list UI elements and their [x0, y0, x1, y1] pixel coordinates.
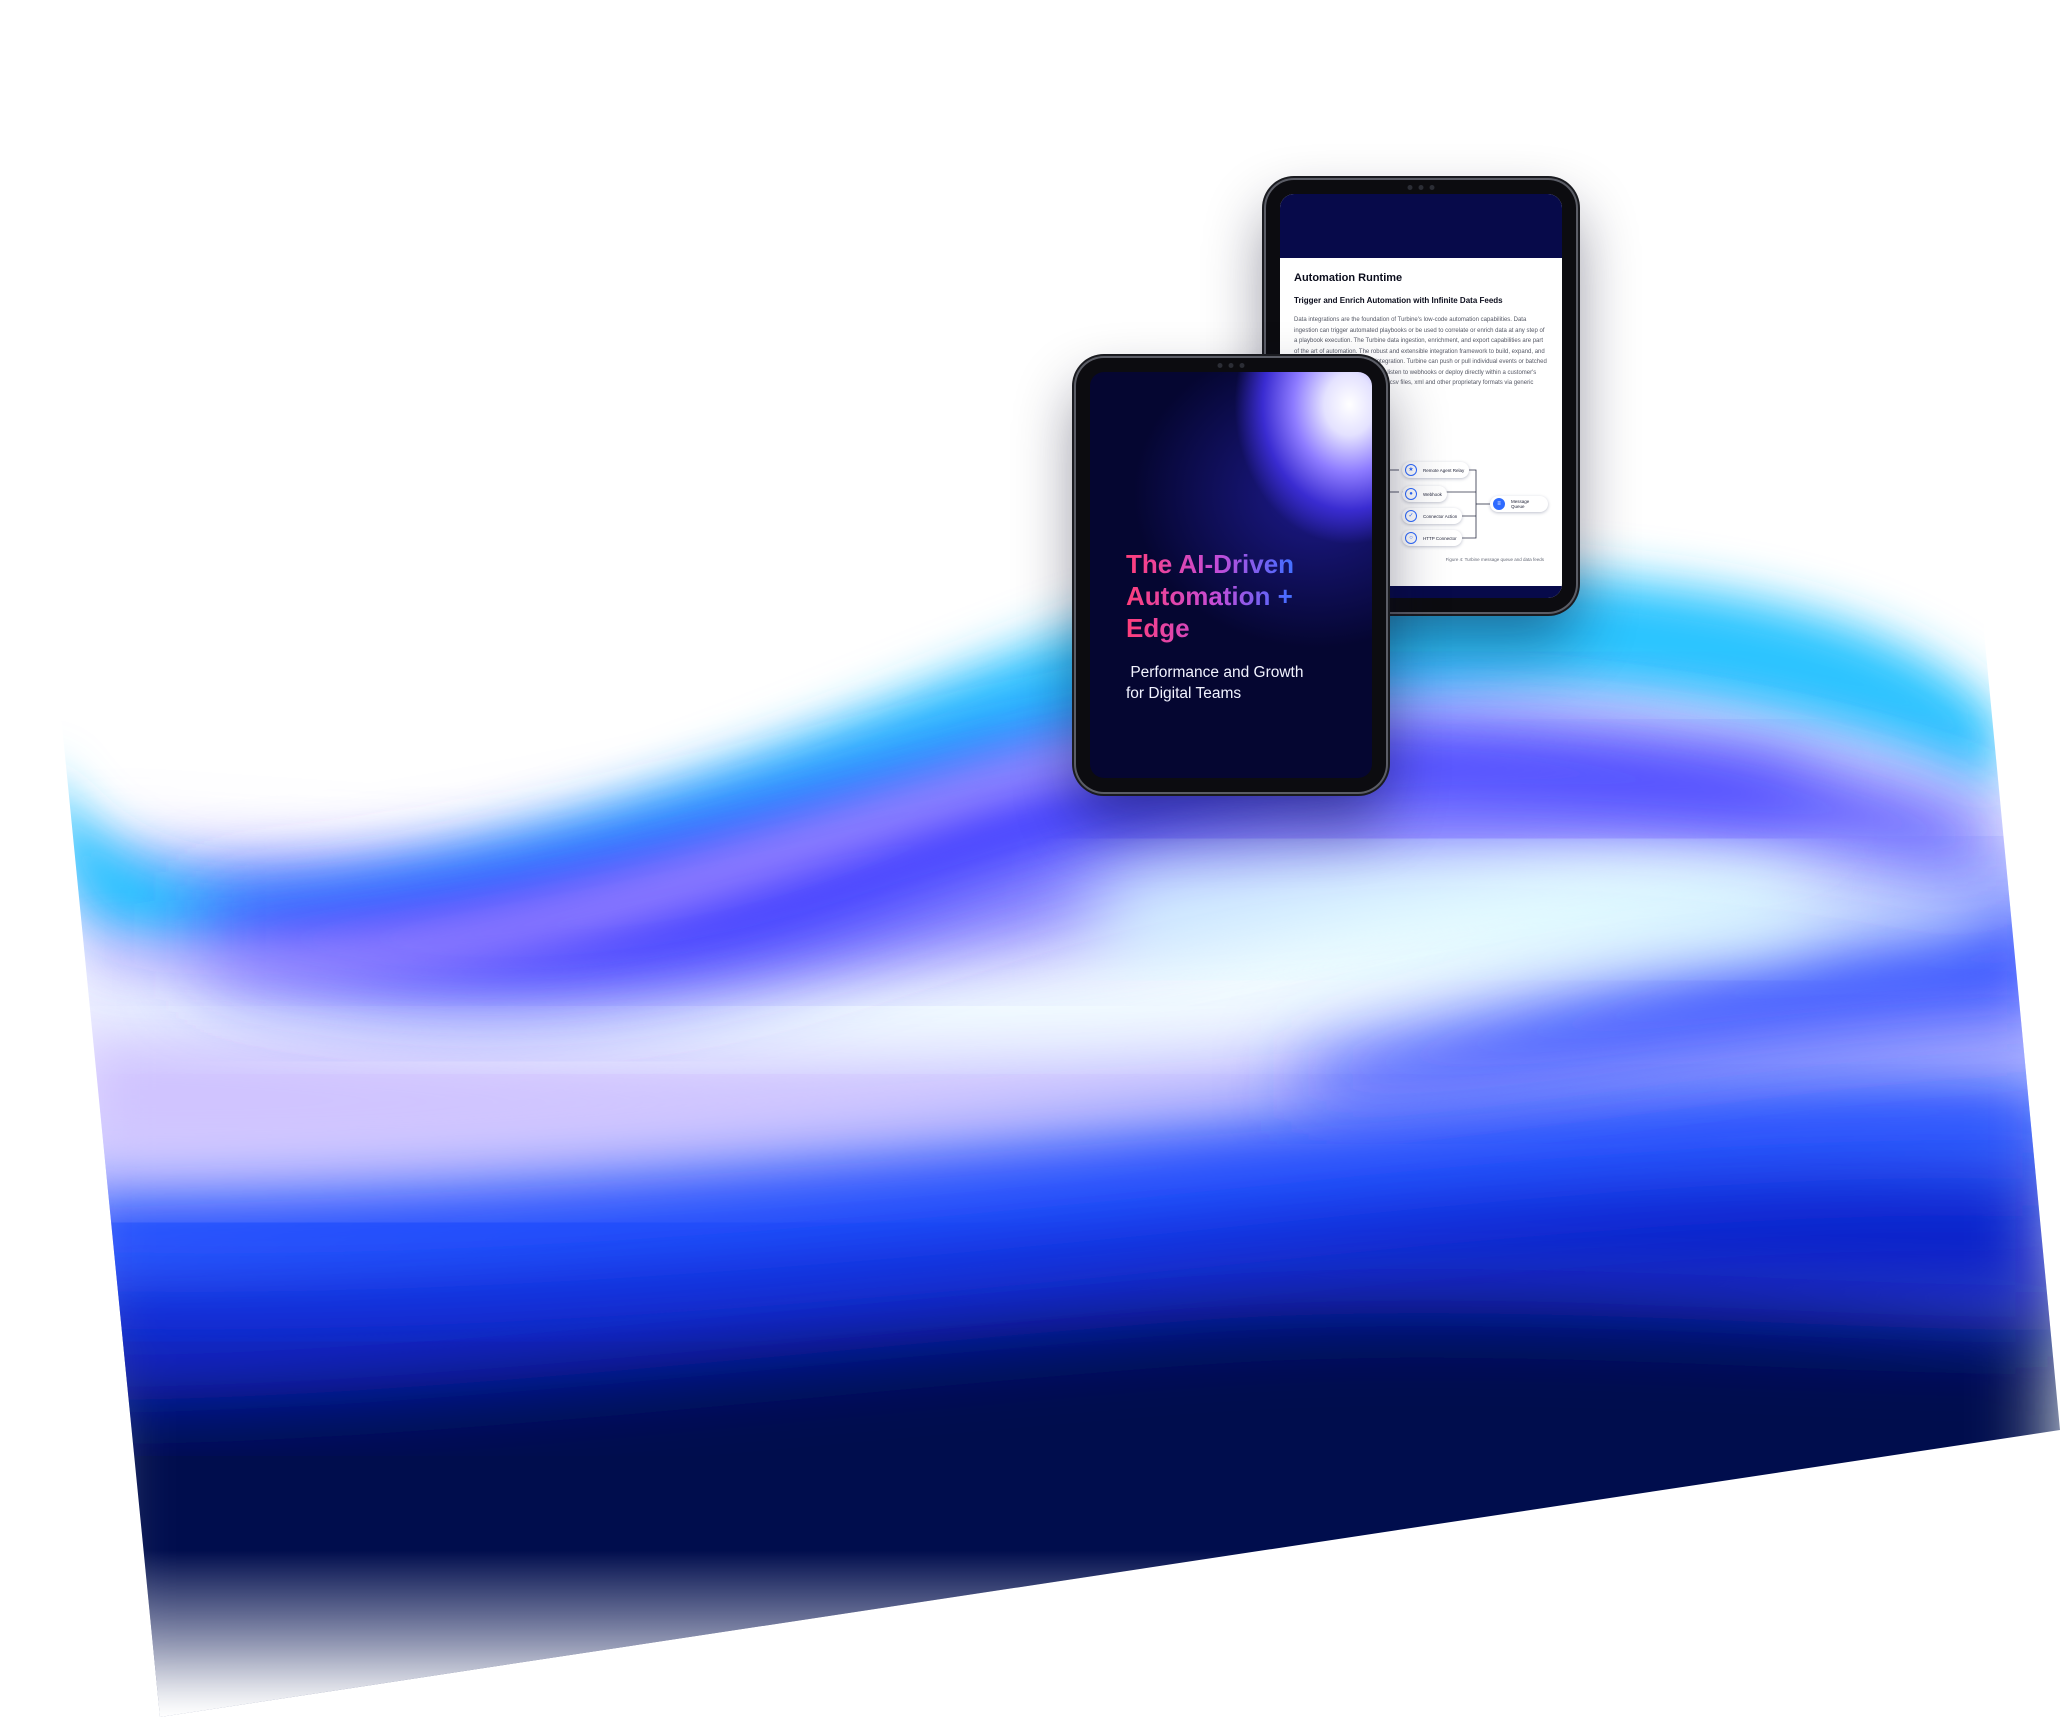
figure-node-http-connector: ○ HTTP Connector — [1402, 530, 1462, 546]
runner-icon: ★ — [1405, 464, 1417, 476]
webhook-icon: ● — [1405, 488, 1417, 500]
globe-icon: ○ — [1405, 532, 1417, 544]
doc-title: Automation Runtime — [1294, 272, 1403, 284]
cover-subtitle: Performance and Growth for Digital Teams — [1126, 664, 1308, 702]
camera-icon — [1217, 363, 1245, 368]
figure-node-connector-action: ✓ Connector Action — [1402, 508, 1463, 524]
figure-node-remote-agent-relay: ★ Remote Agent Relay — [1402, 462, 1470, 478]
camera-icon — [1407, 185, 1435, 190]
hero-scene: Automation Runtime Trigger and Enrich Au… — [0, 0, 2060, 1717]
doc-header-band — [1280, 194, 1562, 258]
gradient-wave-backdrop — [20, 300, 2060, 1717]
check-icon: ✓ — [1405, 510, 1417, 522]
figure-node-webhook: ● Webhook — [1402, 486, 1447, 502]
front-tablet: The AI-Driven Automation + Edge Performa… — [1076, 358, 1386, 792]
cover-screen: The AI-Driven Automation + Edge Performa… — [1090, 372, 1372, 778]
queue-icon: ≡ — [1493, 498, 1505, 510]
cover-title: The AI-Driven Automation + Edge — [1126, 548, 1326, 644]
doc-subtitle: Trigger and Enrich Automation with Infin… — [1294, 296, 1503, 305]
figure-node-message-queue: ≡ Message Queue — [1490, 496, 1548, 512]
figure-caption: Figure 4: Turbine message queue and data… — [1445, 557, 1544, 562]
